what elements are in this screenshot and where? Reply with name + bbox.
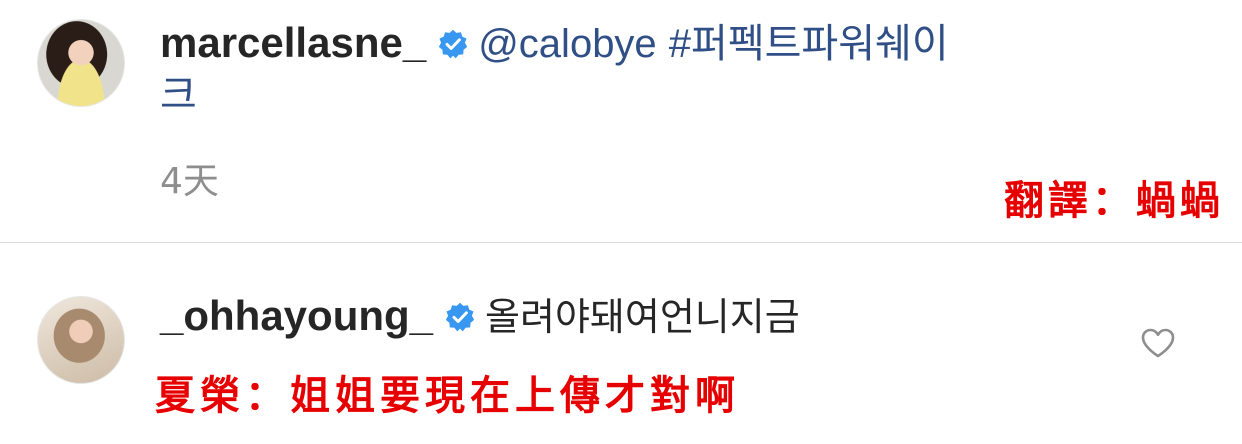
verified-badge-icon bbox=[439, 29, 468, 59]
username[interactable]: _ohhayoung_ bbox=[160, 292, 433, 339]
comment-item: marcellasne_ @calobye #퍼펙트파워쉐이 크 4天 翻譯：蝸… bbox=[0, 0, 1242, 242]
hashtag-link[interactable]: #퍼펙트파워쉐이 bbox=[669, 22, 949, 66]
comment-first-line: marcellasne_ @calobye #퍼펙트파워쉐이 bbox=[160, 20, 949, 67]
comment-text: 올려야돼여언니지금 bbox=[485, 295, 800, 339]
mention-link[interactable]: @calobye bbox=[478, 22, 656, 66]
avatar[interactable] bbox=[37, 19, 125, 107]
avatar[interactable] bbox=[37, 296, 125, 384]
comment-timestamp: 4天 bbox=[160, 161, 219, 202]
hashtag-link-continued[interactable]: 크 bbox=[160, 73, 197, 117]
username[interactable]: marcellasne_ bbox=[160, 19, 426, 66]
heart-outline-icon[interactable] bbox=[1140, 327, 1176, 359]
comment-second-line: 크 bbox=[160, 72, 197, 118]
comment-first-line: _ohhayoung_ 올려야돼여언니지금 bbox=[160, 293, 800, 340]
comment-item: _ohhayoung_ 올려야돼여언니지금 夏榮：姐姐要現在上傳才對啊 bbox=[0, 243, 1242, 444]
translation-overlay: 夏榮：姐姐要現在上傳才對啊 bbox=[155, 373, 740, 419]
translator-credit: 翻譯：蝸蝸 bbox=[1004, 178, 1224, 224]
verified-badge-icon bbox=[445, 302, 475, 332]
